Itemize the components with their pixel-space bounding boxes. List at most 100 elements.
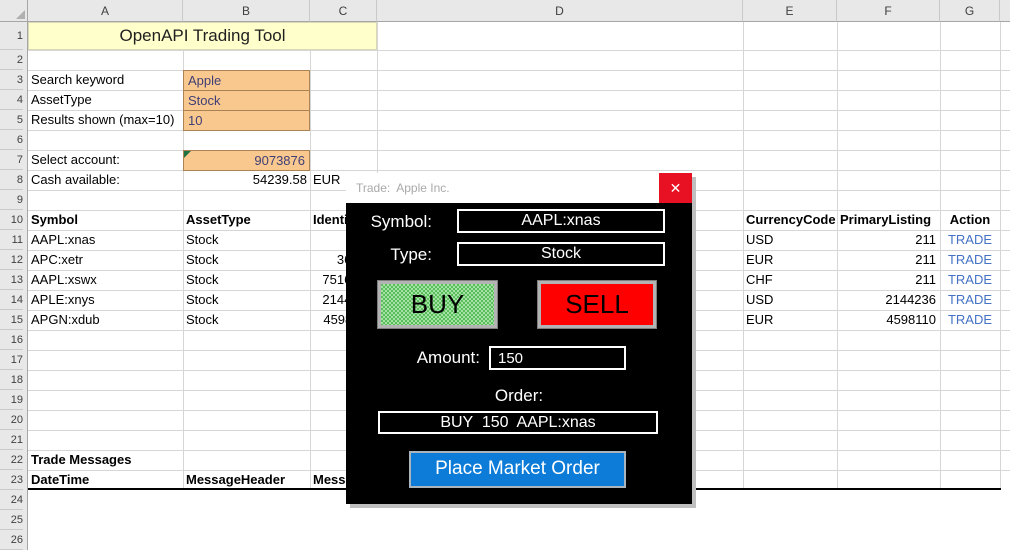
- order-label: Order:: [346, 385, 692, 407]
- row-header-24[interactable]: 24: [0, 490, 23, 510]
- row-header-7[interactable]: 7: [0, 150, 23, 170]
- column-header-a[interactable]: A: [28, 0, 183, 22]
- row-header-6[interactable]: 6: [0, 130, 23, 150]
- result-symbol: APLE:xnys: [31, 290, 181, 310]
- close-icon: ✕: [670, 180, 682, 196]
- results-header-symbol: Symbol: [31, 210, 181, 230]
- select-account-input-cell[interactable]: 9073876: [183, 150, 310, 171]
- row-header-4[interactable]: 4: [0, 90, 23, 110]
- amount-input[interactable]: [489, 346, 626, 370]
- dialog-title: Trade: Apple Inc.: [356, 173, 450, 203]
- result-currencycode: CHF: [746, 270, 826, 290]
- cash-available-value: 54239.58: [183, 170, 307, 190]
- place-market-order-button[interactable]: Place Market Order: [409, 451, 626, 488]
- result-assettype: Stock: [186, 270, 310, 290]
- search-keyword-label: Search keyword: [31, 70, 181, 90]
- trade-link[interactable]: TRADE: [940, 250, 1000, 270]
- results-header-assettype: AssetType: [186, 210, 310, 230]
- trade-link[interactable]: TRADE: [940, 290, 1000, 310]
- trade-link[interactable]: TRADE: [940, 230, 1000, 250]
- results-shown-input-cell[interactable]: 10: [183, 110, 310, 131]
- column-header-partial[interactable]: [1000, 0, 1010, 22]
- result-primarylisting: 211: [837, 230, 936, 250]
- result-currencycode: EUR: [746, 310, 826, 330]
- column-header-e[interactable]: E: [743, 0, 837, 22]
- dialog-titlebar[interactable]: Trade: Apple Inc. ✕: [346, 173, 692, 203]
- result-assettype: Stock: [186, 310, 310, 330]
- row-header-10[interactable]: 10: [0, 210, 23, 230]
- column-header-f[interactable]: F: [837, 0, 940, 22]
- select-account-label: Select account:: [31, 150, 181, 170]
- row-header-9[interactable]: 9: [0, 190, 23, 210]
- search-keyword-input-cell[interactable]: Apple: [183, 70, 310, 91]
- row-header-26[interactable]: 26: [0, 530, 23, 550]
- type-value-box: Stock: [457, 242, 665, 266]
- row-header-22[interactable]: 22: [0, 450, 23, 470]
- result-assettype: Stock: [186, 230, 310, 250]
- trade-link[interactable]: TRADE: [940, 310, 1000, 330]
- sell-button[interactable]: SELL: [538, 281, 656, 328]
- row-header-25[interactable]: 25: [0, 510, 23, 530]
- result-symbol: AAPL:xswx: [31, 270, 181, 290]
- cash-available-label: Cash available:: [31, 170, 181, 190]
- row-header-11[interactable]: 11: [0, 230, 23, 250]
- sheet-title-cell[interactable]: OpenAPI Trading Tool: [28, 22, 377, 50]
- gridline: [1000, 22, 1001, 490]
- cell-note-triangle-icon: [184, 151, 191, 158]
- result-primarylisting: 211: [837, 250, 936, 270]
- result-primarylisting: 2144236: [837, 290, 936, 310]
- select-all-triangle-icon: [16, 10, 25, 19]
- result-symbol: APC:xetr: [31, 250, 181, 270]
- results-header-primarylisting: PrimaryListing: [840, 210, 940, 230]
- row-header-19[interactable]: 19: [0, 390, 23, 410]
- gridline: [28, 130, 1010, 131]
- result-currencycode: EUR: [746, 250, 826, 270]
- select-all-button[interactable]: [0, 0, 28, 22]
- results-header-action: Action: [940, 210, 1000, 230]
- close-button[interactable]: ✕: [659, 173, 692, 203]
- row-header-14[interactable]: 14: [0, 290, 23, 310]
- trade-dialog: Trade: Apple Inc. ✕ Symbol: AAPL:xnas Ty…: [346, 173, 692, 504]
- symbol-label: Symbol:: [346, 211, 432, 233]
- row-header-5[interactable]: 5: [0, 110, 23, 130]
- result-currencycode: USD: [746, 290, 826, 310]
- column-header-g[interactable]: G: [940, 0, 1000, 22]
- row-header-12[interactable]: 12: [0, 250, 23, 270]
- row-header-15[interactable]: 15: [0, 310, 23, 330]
- result-assettype: Stock: [186, 250, 310, 270]
- spreadsheet-app: A B C D E F G 12345678910111213141516171…: [0, 0, 1010, 550]
- row-header-strip: 1234567891011121314151617181920212223242…: [0, 22, 28, 550]
- order-summary-box: BUY 150 AAPL:xnas: [378, 411, 658, 434]
- trade-messages-title: Trade Messages: [31, 450, 201, 470]
- symbol-value-box: AAPL:xnas: [457, 209, 665, 233]
- messages-header-messageheader: MessageHeader: [186, 470, 310, 490]
- row-header-20[interactable]: 20: [0, 410, 23, 430]
- column-header-c[interactable]: C: [310, 0, 377, 22]
- asset-type-input-cell[interactable]: Stock: [183, 90, 310, 111]
- result-symbol: APGN:xdub: [31, 310, 181, 330]
- row-header-23[interactable]: 23: [0, 470, 23, 490]
- column-header-d[interactable]: D: [377, 0, 743, 22]
- row-header-18[interactable]: 18: [0, 370, 23, 390]
- row-header-16[interactable]: 16: [0, 330, 23, 350]
- row-header-1[interactable]: 1: [0, 22, 23, 50]
- row-header-3[interactable]: 3: [0, 70, 23, 90]
- result-symbol: AAPL:xnas: [31, 230, 181, 250]
- asset-type-label: AssetType: [31, 90, 181, 110]
- buy-button[interactable]: BUY: [378, 281, 497, 328]
- result-primarylisting: 211: [837, 270, 936, 290]
- row-header-21[interactable]: 21: [0, 430, 23, 450]
- results-header-currencycode: CurrencyCode: [746, 210, 837, 230]
- row-header-2[interactable]: 2: [0, 50, 23, 70]
- row-header-8[interactable]: 8: [0, 170, 23, 190]
- gridline: [743, 22, 744, 490]
- result-currencycode: USD: [746, 230, 826, 250]
- messages-header-datetime: DateTime: [31, 470, 181, 490]
- amount-label: Amount:: [346, 347, 480, 369]
- gridline: [28, 50, 1010, 51]
- type-label: Type:: [346, 244, 432, 266]
- row-header-17[interactable]: 17: [0, 350, 23, 370]
- trade-link[interactable]: TRADE: [940, 270, 1000, 290]
- row-header-13[interactable]: 13: [0, 270, 23, 290]
- column-header-b[interactable]: B: [183, 0, 310, 22]
